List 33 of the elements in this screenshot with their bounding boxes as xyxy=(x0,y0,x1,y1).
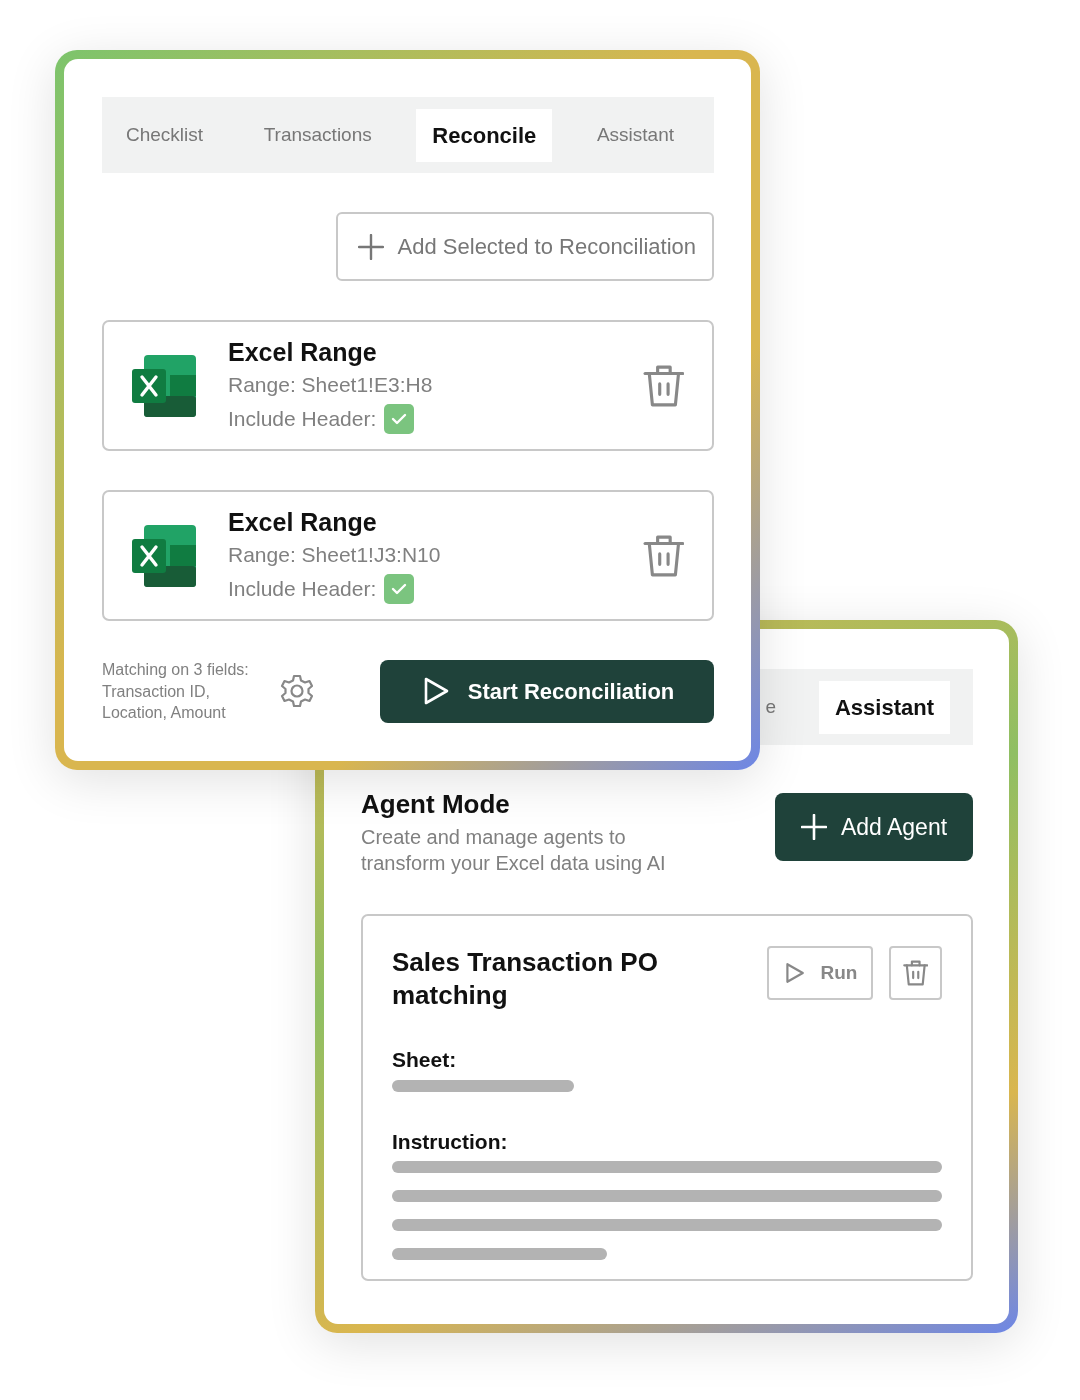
tab[interactable]: Reconcile xyxy=(416,108,553,162)
delete-button[interactable] xyxy=(889,946,942,1000)
start-reconciliation-button[interactable]: Start Reconciliation xyxy=(380,659,714,723)
trash-icon xyxy=(902,959,929,987)
tab[interactable]: Assistant xyxy=(818,680,950,734)
range-title: Excel Range xyxy=(228,336,378,368)
tab[interactable]: e xyxy=(765,682,776,732)
run-button[interactable]: Run xyxy=(767,946,873,1000)
header-label: Include Header: xyxy=(228,575,377,602)
plus-icon xyxy=(800,814,827,840)
add-selected-button[interactable]: Add Selected to Reconciliation xyxy=(335,212,714,281)
settings-icon[interactable] xyxy=(280,674,314,709)
agent-mode-title: Agent Mode xyxy=(361,788,511,821)
agent-name: Sales Transaction PO matching xyxy=(392,946,659,1012)
matching-note: Matching on 3 fields: Transaction ID, Location, Amount xyxy=(102,660,250,724)
range-text: Range: Sheet1!E3:H8 xyxy=(228,372,434,399)
tab[interactable]: Assistant xyxy=(580,110,690,160)
tab[interactable]: Transactions xyxy=(247,110,388,160)
add-agent-button[interactable]: Add Agent xyxy=(775,793,973,861)
spreadsheet-icon xyxy=(132,524,198,587)
range-text: Range: Sheet1!J3:N10 xyxy=(228,542,442,569)
plus-icon xyxy=(357,233,384,260)
instruction-label: Instruction: xyxy=(392,1128,509,1155)
check-icon xyxy=(391,412,408,425)
checkbox[interactable] xyxy=(384,573,415,604)
agent-mode-description: Create and manage agents to transform your Excel data using AI xyxy=(361,825,667,876)
spreadsheet-icon xyxy=(132,354,198,417)
sheet-label: Sheet: xyxy=(392,1047,458,1074)
checkbox[interactable] xyxy=(384,403,415,434)
tab[interactable]: Checklist xyxy=(110,110,220,160)
header-label: Include Header: xyxy=(228,405,377,432)
range-title: Excel Range xyxy=(228,506,378,538)
check-icon xyxy=(391,582,408,595)
